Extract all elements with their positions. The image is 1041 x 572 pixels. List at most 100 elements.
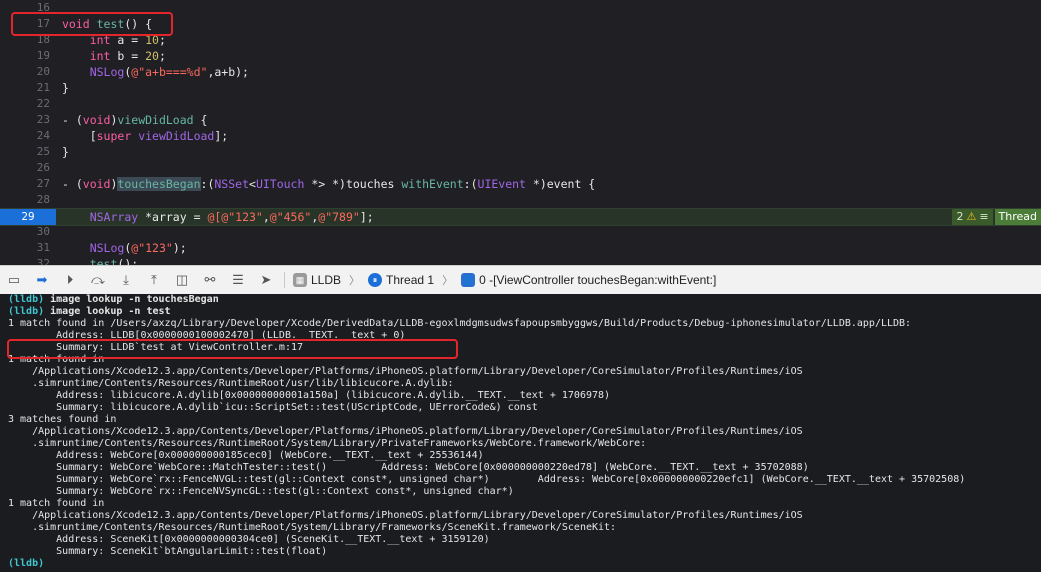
console-line: 1 match found in <box>8 354 105 365</box>
line-number[interactable]: 25 <box>0 144 50 160</box>
code-text: NSLog(@"a+b===%d",a+b); <box>89 65 249 79</box>
code-text: - (void)viewDidLoad { <box>62 113 208 127</box>
line-number[interactable]: 22 <box>0 96 50 112</box>
thread-indicator[interactable]: Thread <box>994 209 1041 225</box>
console-line: /Applications/Xcode12.3.app/Contents/Dev… <box>8 426 803 437</box>
debug-toolbar: ▭ ➡ ⏵ ⤼ ⤓ ⤒ ◫ ⚯ ☰ ➤ ▦ LLDB 〉 ⏸ Thread 1 … <box>0 265 1041 295</box>
code-line[interactable]: 30 <box>0 224 1041 240</box>
debug-view-hierarchy-icon[interactable]: ◫ <box>168 267 196 293</box>
lldb-prompt: (lldb) <box>8 306 45 317</box>
list-icon: ≡ <box>979 210 989 223</box>
continue-icon[interactable]: ⏵ <box>56 267 84 293</box>
code-line[interactable]: 23 - (void)viewDidLoad { <box>0 112 1041 128</box>
issue-indicator[interactable]: 2 ⚠ ≡ Thread <box>952 209 1041 225</box>
console-line: Summary: LLDB`test at ViewController.m:1… <box>8 342 304 353</box>
breadcrumb-frame[interactable]: 0 -[ViewController touchesBegan:withEven… <box>479 273 716 287</box>
code-text: - (void)touchesBegan:(NSSet<UITouch *> *… <box>62 177 596 191</box>
chevron-right-icon: 〉 <box>349 275 361 287</box>
simulate-location-icon[interactable]: ➤ <box>252 267 280 293</box>
code-line[interactable]: 20 NSLog(@"a+b===%d",a+b); <box>0 64 1041 80</box>
code-line[interactable]: 18 int a = 10; <box>0 32 1041 48</box>
code-line[interactable]: 21} <box>0 80 1041 96</box>
breadcrumb-thread[interactable]: Thread 1 <box>386 273 434 287</box>
code-text: [super viewDidLoad]; <box>62 129 229 143</box>
warning-icon: ⚠ <box>966 210 977 223</box>
environment-overrides-icon[interactable]: ☰ <box>224 267 252 293</box>
code-line[interactable]: 31 NSLog(@"123"); <box>0 240 1041 256</box>
toolbar-divider <box>284 272 285 288</box>
breadcrumb-process[interactable]: LLDB <box>311 273 341 287</box>
source-editor[interactable]: 16 17 void test() {18 int a = 10; 19 int b … <box>0 0 1041 265</box>
line-number[interactable]: 26 <box>0 160 50 176</box>
lldb-prompt: (lldb) <box>8 294 45 305</box>
line-number[interactable]: 17 <box>0 16 50 32</box>
line-number[interactable]: 21 <box>0 80 50 96</box>
console-line: /Applications/Xcode12.3.app/Contents/Dev… <box>8 510 803 521</box>
code-text: test(); <box>89 257 139 265</box>
warning-count: 2 <box>956 210 964 223</box>
console-line: Summary: WebCore`rx::FenceNVSyncGL::test… <box>8 486 514 497</box>
line-number[interactable]: 24 <box>0 128 50 144</box>
line-number[interactable]: 31 <box>0 240 50 256</box>
line-number[interactable]: 30 <box>0 224 50 240</box>
line-number[interactable]: 18 <box>0 32 50 48</box>
console-line: 1 match found in /Users/axzq/Library/Dev… <box>8 318 912 329</box>
code-text: void test() { <box>62 17 153 31</box>
code-line[interactable]: 28 <box>0 192 1041 208</box>
console-line: .simruntime/Contents/Resources/RuntimeRo… <box>8 378 454 389</box>
hide-debug-area-icon[interactable]: ▭ <box>0 267 28 293</box>
console-line: (lldb) image lookup -n test <box>8 306 171 317</box>
console-line: Address: LLDB[0x0000000100002470] (LLDB.… <box>8 330 406 341</box>
console-line: Summary: SceneKit`btAngularLimit::test(f… <box>8 546 328 557</box>
code-line[interactable]: 16 <box>0 0 1041 16</box>
code-line[interactable]: 24 [super viewDidLoad]; <box>0 128 1041 144</box>
line-number[interactable]: 28 <box>0 192 50 208</box>
console-line: 1 match found in <box>8 498 105 509</box>
line-number[interactable]: 23 <box>0 112 50 128</box>
console-line: /Applications/Xcode12.3.app/Contents/Dev… <box>8 366 803 377</box>
code-line[interactable]: 19 int b = 20; <box>0 48 1041 64</box>
user-frame-icon: 👤 <box>461 273 476 287</box>
code-line[interactable]: 17 void test() { <box>0 16 1041 32</box>
console-line: Summary: WebCore`WebCore::MatchTester::t… <box>8 462 809 473</box>
code-text: } <box>62 81 69 95</box>
console-line: Address: WebCore[0x000000000185cec0] (We… <box>8 450 484 461</box>
breadcrumb: ▦ LLDB 〉 ⏸ Thread 1 〉 👤 0 -[ViewControll… <box>293 272 716 288</box>
console-line: .simruntime/Contents/Resources/RuntimeRo… <box>8 438 647 449</box>
code-line[interactable]: 22 <box>0 96 1041 112</box>
code-text: int b = 20; <box>89 49 166 63</box>
code-line[interactable]: 27 - (void)touchesBegan:(NSSet<UITouch *>… <box>0 176 1041 192</box>
code-text: NSLog(@"123"); <box>89 241 187 255</box>
line-number[interactable]: 27 <box>0 176 50 192</box>
code-line[interactable]: 26 <box>0 160 1041 176</box>
code-text: } <box>62 145 69 159</box>
breakpoint-line-number[interactable]: 29 <box>0 209 56 225</box>
thread-icon: ⏸ <box>368 273 383 287</box>
code-line[interactable]: 25} <box>0 144 1041 160</box>
console-line: .simruntime/Contents/Resources/RuntimeRo… <box>8 522 617 533</box>
step-over-icon[interactable]: ⤼ <box>84 267 112 293</box>
code-line[interactable]: 32 test(); <box>0 256 1041 265</box>
step-out-icon[interactable]: ⤒ <box>140 267 168 293</box>
console-line: (lldb) image lookup -n touchesBegan <box>8 294 219 305</box>
step-into-icon[interactable]: ⤓ <box>112 267 140 293</box>
memory-graph-icon[interactable]: ⚯ <box>196 267 224 293</box>
line-number[interactable]: 20 <box>0 64 50 80</box>
console-line: Address: SceneKit[0x0000000000304ce0] (S… <box>8 534 490 545</box>
code-text: NSArray *array = @[@"123",@"456",@"789"]… <box>89 210 374 224</box>
line-number[interactable]: 16 <box>0 0 50 16</box>
app-target-icon: ▦ <box>293 273 307 287</box>
chevron-right-icon: 〉 <box>442 275 454 287</box>
line-number[interactable]: 32 <box>0 256 50 265</box>
console-line: Summary: WebCore`rx::FenceNVGL::test(gl:… <box>8 474 966 485</box>
warning-badge[interactable]: 2 ⚠ ≡ <box>952 209 993 225</box>
line-number[interactable]: 19 <box>0 48 50 64</box>
breakpoints-toggle-icon[interactable]: ➡ <box>28 267 56 293</box>
lldb-console[interactable]: (lldb) image lookup -n touchesBegan (lldb… <box>0 294 1041 572</box>
console-line: 3 matches found in <box>8 414 117 425</box>
console-line: (lldb) <box>8 558 44 570</box>
console-line: Address: libicucore.A.dylib[0x0000000000… <box>8 390 611 401</box>
lldb-prompt: (lldb) <box>8 558 45 569</box>
console-line: Summary: libicucore.A.dylib`icu::ScriptS… <box>8 402 538 413</box>
code-text: int a = 10; <box>89 33 166 47</box>
